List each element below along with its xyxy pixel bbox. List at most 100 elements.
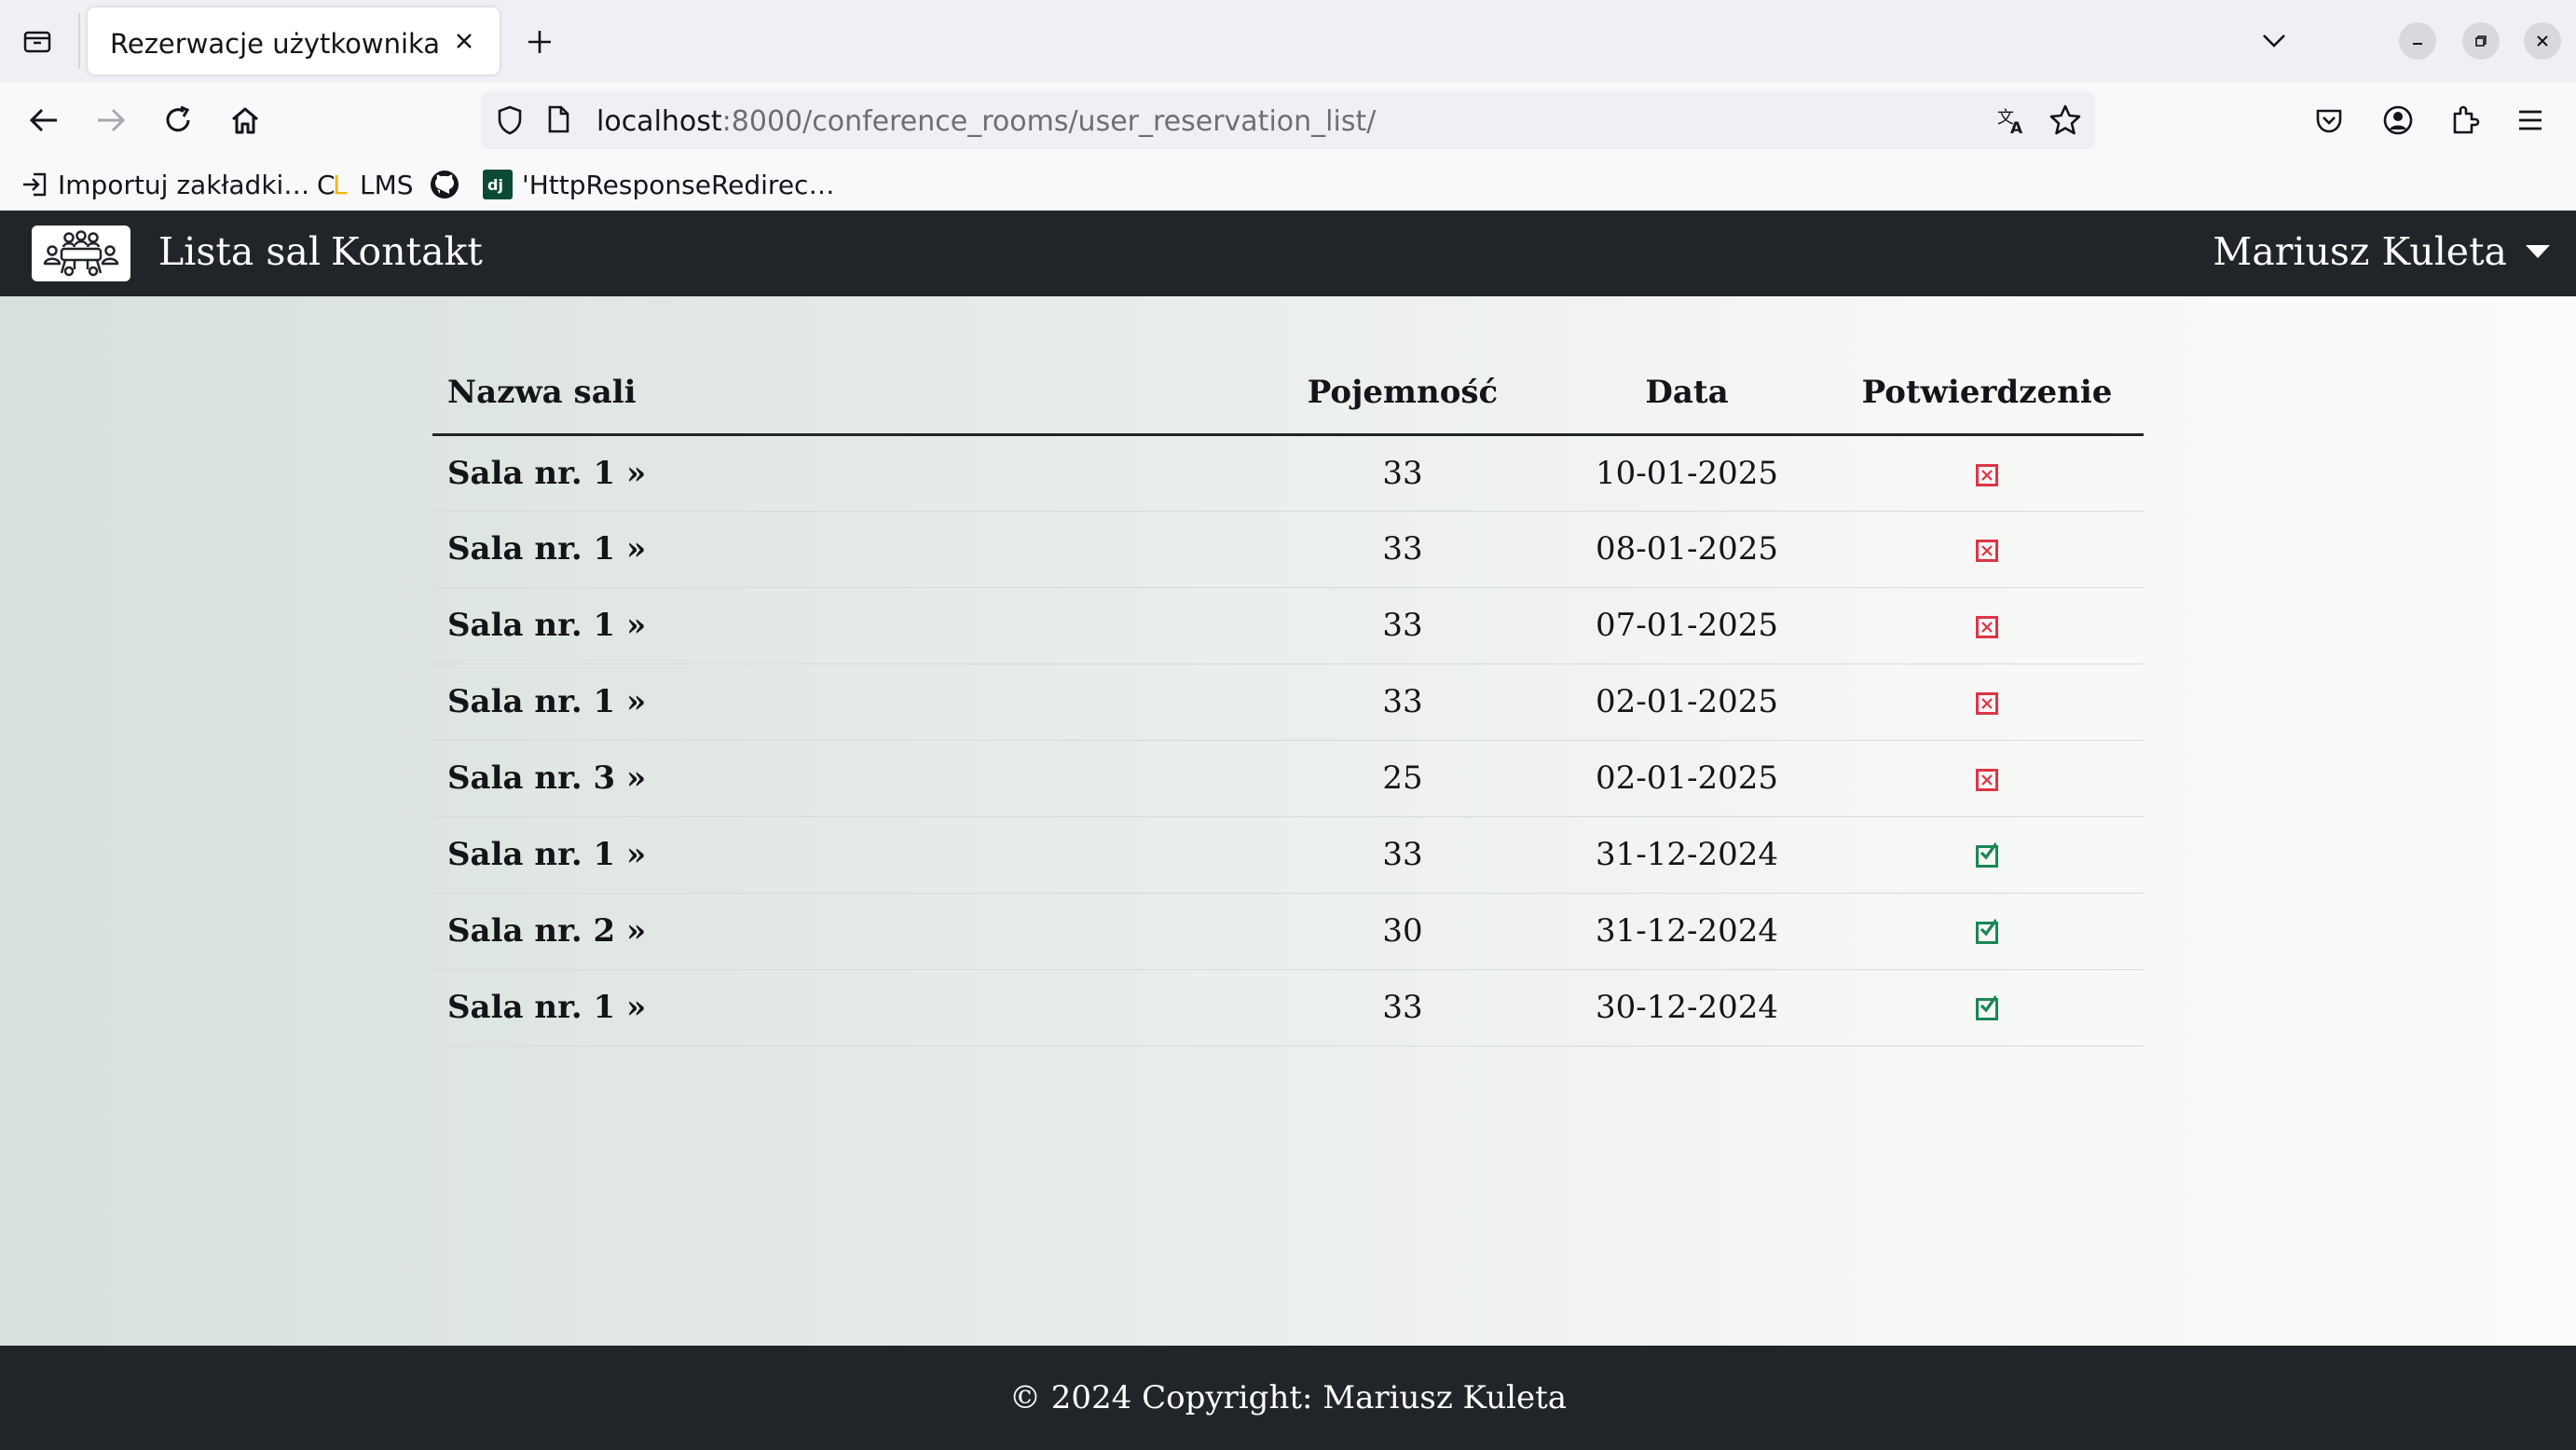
- room-link[interactable]: Sala nr. 2 »: [447, 912, 646, 950]
- cell-confirmation: [1830, 969, 2144, 1046]
- table-row: Sala nr. 1 » 33 08-01-2025: [432, 511, 2144, 588]
- room-link[interactable]: Sala nr. 3 »: [447, 759, 646, 797]
- import-icon: [21, 171, 48, 198]
- nav-link-contact[interactable]: Kontakt: [331, 229, 483, 274]
- bookmark-lms[interactable]: CL LMS: [317, 166, 414, 203]
- cell-capacity: 33: [1262, 816, 1543, 894]
- window-close-icon[interactable]: [2524, 22, 2561, 60]
- tab-title: Rezerwacje użytkownika: [110, 28, 441, 60]
- restore-icon[interactable]: [2462, 22, 2500, 60]
- new-tab-plus-icon[interactable]: [520, 22, 559, 62]
- cell-room-name: Sala nr. 1 »: [432, 511, 1262, 588]
- cell-confirmation: [1830, 663, 2144, 741]
- page-footer: © 2024 Copyright: Mariusz Kuleta: [0, 1346, 2576, 1450]
- url-bar[interactable]: localhost:8000/conference_rooms/user_res…: [481, 91, 2095, 149]
- chevron-down-icon[interactable]: [2255, 22, 2293, 60]
- checkbox-checked-icon: [1976, 995, 1998, 1020]
- cell-date: 08-01-2025: [1543, 511, 1830, 588]
- nav-link-rooms[interactable]: Lista sal: [158, 229, 321, 274]
- header-confirmation: Potwierdzenie: [1830, 352, 2144, 436]
- reload-icon[interactable]: [155, 97, 201, 144]
- cell-confirmation: [1830, 511, 2144, 588]
- cell-date: 07-01-2025: [1543, 587, 1830, 664]
- table-row: Sala nr. 1 » 33 07-01-2025: [432, 587, 2144, 664]
- cell-room-name: Sala nr. 1 »: [432, 969, 1262, 1046]
- checkbox-x-icon: [1976, 616, 1998, 638]
- close-icon[interactable]: [449, 26, 479, 56]
- cell-capacity: 25: [1262, 740, 1543, 817]
- bookmarks-bar: Importuj zakładki… CL LMS dj 'HttpRespon…: [0, 158, 2576, 211]
- table-row: Sala nr. 1 » 33 30-12-2024: [432, 969, 2144, 1046]
- cell-capacity: 33: [1262, 511, 1543, 588]
- checkbox-x-icon: [1976, 769, 1998, 791]
- cell-confirmation: [1830, 740, 2144, 817]
- cell-room-name: Sala nr. 1 »: [432, 663, 1262, 741]
- home-icon[interactable]: [222, 97, 268, 144]
- checkbox-x-icon: [1976, 463, 1998, 486]
- tab-separator: [78, 13, 80, 69]
- browser-tab-bar: Rezerwacje użytkownika: [0, 0, 2576, 82]
- cell-capacity: 30: [1262, 893, 1543, 970]
- room-link[interactable]: Sala nr. 1 »: [447, 989, 646, 1026]
- shield-icon[interactable]: [496, 104, 524, 140]
- django-icon: dj: [483, 170, 513, 199]
- svg-text:A: A: [2010, 119, 2023, 136]
- cell-capacity: 33: [1262, 969, 1543, 1046]
- table-header-row: Nazwa sali Pojemność Data Potwierdzenie: [432, 352, 2144, 436]
- cl-logo-icon: CL: [317, 171, 350, 198]
- cell-date: 02-01-2025: [1543, 740, 1830, 817]
- bookmark-github[interactable]: [429, 166, 470, 203]
- cell-room-name: Sala nr. 1 »: [432, 816, 1262, 894]
- room-link[interactable]: Sala nr. 1 »: [447, 836, 646, 873]
- bookmark-import[interactable]: Importuj zakładki…: [21, 166, 309, 203]
- translate-icon[interactable]: 文A: [1996, 104, 2028, 140]
- tab-active[interactable]: Rezerwacje użytkownika: [88, 7, 500, 75]
- cell-confirmation: [1830, 893, 2144, 970]
- reservations-table-wrapper: Nazwa sali Pojemność Data Potwierdzenie …: [432, 352, 2144, 1046]
- cell-date: 10-01-2025: [1543, 434, 1830, 512]
- user-name: Mariusz Kuleta: [2213, 229, 2507, 274]
- forward-arrow-icon[interactable]: [88, 97, 134, 144]
- page-icon[interactable]: [546, 104, 570, 138]
- cell-date: 02-01-2025: [1543, 663, 1830, 741]
- room-link[interactable]: Sala nr. 1 »: [447, 455, 646, 492]
- bookmark-star-icon[interactable]: [2048, 103, 2082, 141]
- reservations-table: Nazwa sali Pojemność Data Potwierdzenie …: [432, 352, 2144, 1046]
- caret-down-icon: [2526, 245, 2550, 258]
- svg-text:dj: dj: [487, 176, 503, 194]
- back-arrow-icon[interactable]: [21, 97, 67, 144]
- cell-room-name: Sala nr. 3 »: [432, 740, 1262, 817]
- room-link[interactable]: Sala nr. 1 »: [447, 683, 646, 720]
- url-text[interactable]: localhost:8000/conference_rooms/user_res…: [596, 105, 1376, 138]
- url-path: :8000/conference_rooms/user_reservation_…: [721, 105, 1377, 138]
- cell-confirmation: [1830, 816, 2144, 894]
- cell-confirmation: [1830, 587, 2144, 664]
- account-icon[interactable]: [2375, 97, 2421, 144]
- header-date: Data: [1543, 352, 1830, 436]
- svg-text:L: L: [333, 171, 348, 198]
- cell-confirmation: [1830, 434, 2144, 512]
- url-host: localhost: [596, 105, 722, 138]
- user-dropdown[interactable]: Mariusz Kuleta: [2213, 229, 2550, 274]
- browser-toolbar: localhost:8000/conference_rooms/user_res…: [0, 82, 2576, 158]
- hamburger-menu-icon[interactable]: [2507, 97, 2554, 144]
- bookmark-label: 'HttpResponseRedirec…: [522, 169, 835, 200]
- bookmark-django[interactable]: dj 'HttpResponseRedirec…: [483, 166, 834, 203]
- table-row: Sala nr. 1 » 33 31-12-2024: [432, 816, 2144, 894]
- checkbox-checked-icon: [1976, 919, 1998, 944]
- bookmark-label: LMS: [360, 169, 414, 200]
- cell-capacity: 33: [1262, 587, 1543, 664]
- header-capacity: Pojemność: [1262, 352, 1543, 436]
- checkbox-x-icon: [1976, 540, 1998, 562]
- minimize-icon[interactable]: [2399, 22, 2436, 60]
- pocket-icon[interactable]: [2306, 97, 2352, 144]
- room-link[interactable]: Sala nr. 1 »: [447, 607, 646, 644]
- tab-list-icon[interactable]: [19, 22, 56, 60]
- room-link[interactable]: Sala nr. 1 »: [447, 530, 646, 568]
- cell-capacity: 33: [1262, 663, 1543, 741]
- table-row: Sala nr. 3 » 25 02-01-2025: [432, 740, 2144, 817]
- extensions-icon[interactable]: [2442, 97, 2488, 144]
- header-room-name: Nazwa sali: [432, 352, 1262, 436]
- table-row: Sala nr. 1 » 33 02-01-2025: [432, 663, 2144, 741]
- conference-logo-icon[interactable]: [32, 226, 130, 281]
